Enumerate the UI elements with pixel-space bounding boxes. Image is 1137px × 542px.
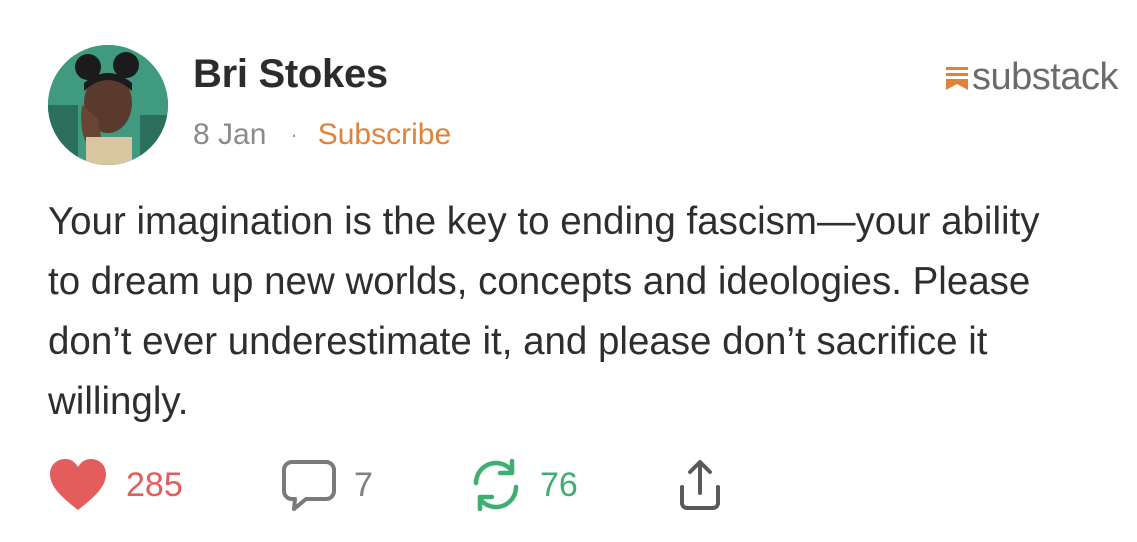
- substack-brand[interactable]: substack: [946, 56, 1118, 99]
- comment-count: 7: [354, 465, 373, 504]
- share-icon: [680, 460, 720, 510]
- restack-arrows-icon: [473, 458, 519, 512]
- post-card: Bri Stokes 8 Jan · Subscribe substack Yo…: [0, 0, 1137, 542]
- avatar-photo: [48, 45, 168, 165]
- like-count: 285: [126, 465, 183, 504]
- post-meta: 8 Jan · Subscribe: [193, 118, 451, 152]
- share-button[interactable]: [674, 455, 726, 515]
- heart-icon: [50, 459, 106, 510]
- comment-button[interactable]: 7: [282, 455, 373, 515]
- avatar[interactable]: [48, 45, 168, 165]
- brand-name: substack: [972, 56, 1118, 98]
- subscribe-link[interactable]: Subscribe: [318, 118, 451, 152]
- author-name[interactable]: Bri Stokes: [193, 52, 388, 97]
- restack-count: 76: [540, 465, 578, 504]
- substack-logo-icon: [946, 66, 968, 90]
- comment-bubble-icon: [282, 460, 336, 511]
- post-body: Your imagination is the key to ending fa…: [48, 200, 1040, 423]
- like-button[interactable]: 285: [48, 455, 183, 515]
- restack-button[interactable]: 76: [468, 455, 578, 515]
- post-date: 8 Jan: [193, 118, 267, 151]
- meta-separator: ·: [290, 122, 298, 147]
